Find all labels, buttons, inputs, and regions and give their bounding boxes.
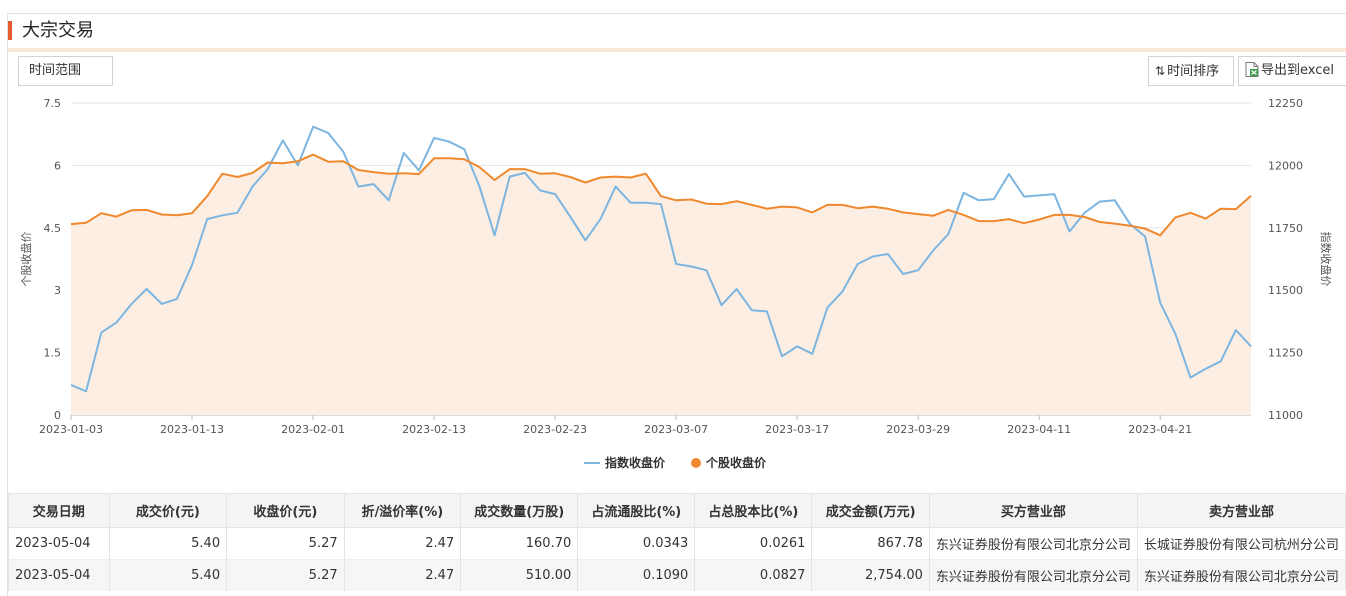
table-row: 2023-05-04 5.40 5.27 2.47 160.70 0.0343 … <box>8 527 1346 560</box>
cell-close: 5.27 <box>226 527 345 560</box>
section-title: 大宗交易 <box>22 20 94 41</box>
cell-date: 2023-05-04 <box>8 527 110 560</box>
cell-price: 5.40 <box>108 559 228 591</box>
time-sort-label: 时间排序 <box>1167 64 1220 79</box>
cell-total-ratio: 0.0261 <box>694 527 813 560</box>
cell-seller: 长城证券股份有限公司杭州分公司 <box>1136 527 1346 560</box>
cell-premium: 2.47 <box>343 559 462 591</box>
cell-price: 5.40 <box>108 527 228 560</box>
y-left-axis-title: 个股收盘价 <box>19 232 33 287</box>
cell-float-ratio: 0.0343 <box>577 527 696 560</box>
x-tick-label: 2023-03-29 <box>886 423 950 436</box>
x-tick-label: 2023-03-07 <box>644 423 708 436</box>
table-row: 2023-05-04 5.40 5.27 2.47 510.00 0.1090 … <box>8 559 1346 591</box>
y-right-axis-title: 指数收盘价 <box>1319 232 1333 287</box>
cell-volume: 160.70 <box>460 527 579 560</box>
x-tick-label: 2023-03-17 <box>765 423 829 436</box>
block-trade-table: 交易日期 成交价(元) 收盘价(元) 折/溢价率(%) 成交数量(万股) 占流通… <box>8 493 1346 591</box>
y-left-tick-label: 7.5 <box>44 97 62 110</box>
y-right-tick-label: 11500 <box>1268 284 1303 297</box>
x-tick-label: 2023-02-13 <box>402 423 466 436</box>
cell-close: 5.27 <box>226 559 345 591</box>
y-left-tick-label: 4.5 <box>44 222 62 235</box>
export-excel-button[interactable]: 导出到excel <box>1238 56 1346 86</box>
x-tick-label: 2023-02-23 <box>523 423 587 436</box>
cell-seller: 东兴证券股份有限公司北京分公司 <box>1136 559 1346 591</box>
section-header: 大宗交易 <box>8 14 1346 52</box>
y-right-tick-label: 12250 <box>1268 97 1303 110</box>
x-tick-label: 2023-04-21 <box>1128 423 1192 436</box>
y-left-tick-label: 1.5 <box>44 347 62 360</box>
y-left-tick-label: 3 <box>54 284 61 297</box>
col-header-price[interactable]: 成交价(元) <box>108 493 228 528</box>
time-sort-button[interactable]: ⇅ 时间排序 <box>1148 56 1234 86</box>
y-right-tick-label: 11250 <box>1268 347 1303 360</box>
time-range-button[interactable]: 时间范围 <box>18 56 113 86</box>
col-header-amount[interactable]: 成交金额(万元) <box>811 493 930 528</box>
col-header-total-ratio[interactable]: 占总股本比(%) <box>694 493 813 528</box>
header-accent-bar <box>8 21 12 40</box>
col-header-close[interactable]: 收盘价(元) <box>226 493 345 528</box>
x-tick-label: 2023-01-03 <box>39 423 103 436</box>
block-trade-panel: 大宗交易 时间范围 ⇅ 时间排序 导出到excel 0 1.5 3 4.5 6 7.5 110… <box>7 13 1346 596</box>
y-right-tick-label: 11750 <box>1268 222 1303 235</box>
cell-buyer: 东兴证券股份有限公司北京分公司 <box>928 559 1138 591</box>
sort-arrows-icon: ⇅ <box>1155 64 1165 78</box>
table-header-row: 交易日期 成交价(元) 收盘价(元) 折/溢价率(%) 成交数量(万股) 占流通… <box>8 493 1346 528</box>
cell-date: 2023-05-04 <box>8 559 110 591</box>
col-header-float-ratio[interactable]: 占流通股比(%) <box>577 493 696 528</box>
y-left-tick-label: 0 <box>54 409 61 422</box>
col-header-date[interactable]: 交易日期 <box>8 493 110 528</box>
cell-volume: 510.00 <box>460 559 579 591</box>
excel-file-icon <box>1245 62 1259 77</box>
col-header-volume[interactable]: 成交数量(万股) <box>460 493 579 528</box>
export-excel-label: 导出到excel <box>1261 63 1334 78</box>
col-header-seller[interactable]: 卖方营业部 <box>1136 493 1346 528</box>
cell-buyer: 东兴证券股份有限公司北京分公司 <box>928 527 1138 560</box>
y-left-tick-label: 6 <box>54 159 61 172</box>
y-right-tick-label: 11000 <box>1268 409 1303 422</box>
x-tick-label: 2023-04-11 <box>1007 423 1071 436</box>
col-header-premium[interactable]: 折/溢价率(%) <box>343 493 462 528</box>
x-tick-label: 2023-01-13 <box>160 423 224 436</box>
legend-index-label: 指数收盘价 <box>605 455 666 470</box>
cell-float-ratio: 0.1090 <box>577 559 696 591</box>
legend-stock-swatch <box>691 458 701 468</box>
legend-stock-label: 个股收盘价 <box>705 455 767 470</box>
col-header-buyer[interactable]: 买方营业部 <box>928 493 1138 528</box>
cell-total-ratio: 0.0827 <box>694 559 813 591</box>
time-range-label: 时间范围 <box>29 63 82 78</box>
cell-amount: 867.78 <box>811 527 930 560</box>
y-right-tick-label: 12000 <box>1268 159 1303 172</box>
cell-amount: 2,754.00 <box>811 559 930 591</box>
price-chart: 0 1.5 3 4.5 6 7.5 11000 11250 11500 11750 12000 122… <box>19 97 1333 470</box>
cell-premium: 2.47 <box>343 527 462 560</box>
x-tick-label: 2023-02-01 <box>281 423 345 436</box>
